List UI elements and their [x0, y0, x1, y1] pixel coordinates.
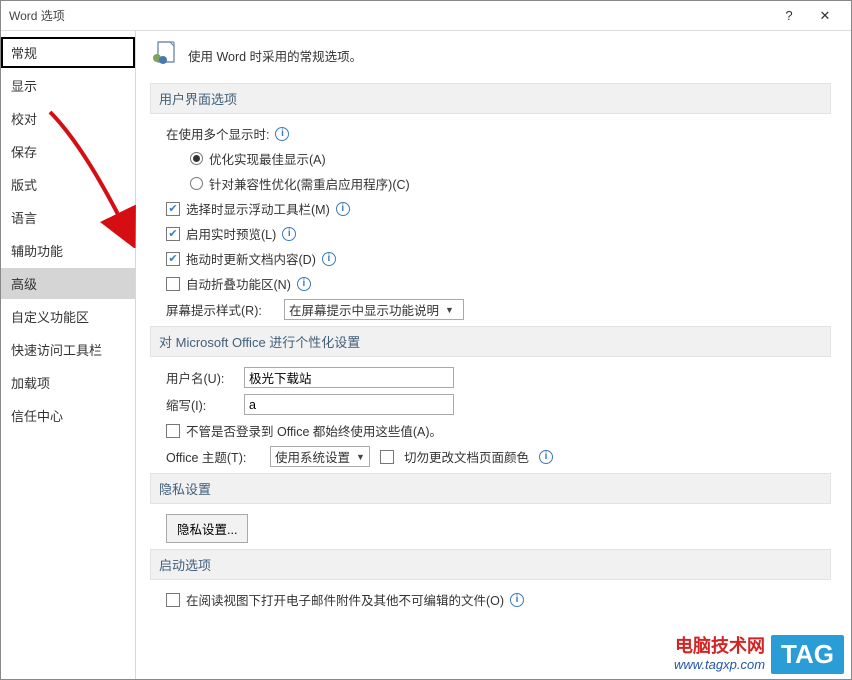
chk-float-row: 选择时显示浮动工具栏(M) i [166, 199, 831, 218]
help-button[interactable]: ? [771, 8, 807, 23]
sidebar-item-addins[interactable]: 加载项 [1, 367, 135, 398]
chevron-down-icon: ▼ [445, 305, 454, 315]
page-header-text: 使用 Word 时采用的常规选项。 [188, 46, 362, 65]
sidebar-item-display[interactable]: 显示 [1, 70, 135, 101]
chk-live-preview-label: 启用实时预览(L) [186, 224, 276, 243]
username-label: 用户名(U): [166, 368, 234, 387]
theme-label: Office 主题(T): [166, 447, 260, 466]
section-ui-title: 用户界面选项 [150, 83, 831, 114]
general-options-icon [150, 41, 178, 69]
theme-value: 使用系统设置 [275, 447, 350, 466]
section-personal-title: 对 Microsoft Office 进行个性化设置 [150, 326, 831, 357]
screentip-value: 在屏幕提示中显示功能说明 [289, 300, 439, 319]
sidebar-item-quick-access[interactable]: 快速访问工具栏 [1, 334, 135, 365]
chk-always-use-row: 不管是否登录到 Office 都始终使用这些值(A)。 [166, 421, 831, 440]
chk-float-label: 选择时显示浮动工具栏(M) [186, 199, 330, 218]
sidebar-item-accessibility[interactable]: 辅助功能 [1, 235, 135, 266]
titlebar: Word 选项 ? ✕ [1, 1, 851, 31]
multi-display-label-row: 在使用多个显示时: i [166, 124, 831, 143]
radio-compat-label: 针对兼容性优化(需重启应用程序)(C) [209, 174, 410, 193]
chk-drag-update-row: 拖动时更新文档内容(D) i [166, 249, 831, 268]
chk-always-use-label: 不管是否登录到 Office 都始终使用这些值(A)。 [186, 421, 442, 440]
info-icon[interactable]: i [539, 450, 553, 464]
initials-input[interactable] [244, 394, 454, 415]
chk-reading-view-row: 在阅读视图下打开电子邮件附件及其他不可编辑的文件(O) i [166, 590, 831, 609]
info-icon[interactable]: i [275, 127, 289, 141]
content-scroll[interactable]: 使用 Word 时采用的常规选项。 用户界面选项 在使用多个显示时: i 优化实… [150, 41, 837, 679]
theme-row: Office 主题(T): 使用系统设置 ▼ 切勿更改文档页面颜色 i [166, 446, 831, 467]
privacy-settings-button[interactable]: 隐私设置... [166, 514, 248, 543]
page-header: 使用 Word 时采用的常规选项。 [150, 41, 831, 69]
sidebar: 常规 显示 校对 保存 版式 语言 辅助功能 高级 自定义功能区 快速访问工具栏… [1, 31, 136, 679]
chk-collapse-row: 自动折叠功能区(N) i [166, 274, 831, 293]
chk-reading-view[interactable] [166, 593, 180, 607]
radio-compat[interactable] [190, 177, 203, 190]
sidebar-item-general[interactable]: 常规 [1, 37, 135, 68]
section-privacy-title: 隐私设置 [150, 473, 831, 504]
initials-label: 缩写(I): [166, 395, 234, 414]
privacy-btn-row: 隐私设置... [166, 514, 831, 543]
theme-dropdown[interactable]: 使用系统设置 ▼ [270, 446, 370, 467]
chk-collapse-label: 自动折叠功能区(N) [186, 274, 291, 293]
multi-display-label: 在使用多个显示时: [166, 124, 269, 143]
radio-compat-row: 针对兼容性优化(需重启应用程序)(C) [190, 174, 831, 193]
chk-live-preview-row: 启用实时预览(L) i [166, 224, 831, 243]
screentip-label: 屏幕提示样式(R): [166, 300, 274, 319]
chk-live-preview[interactable] [166, 227, 180, 241]
radio-optimize-label: 优化实现最佳显示(A) [209, 149, 326, 168]
sidebar-item-layout[interactable]: 版式 [1, 169, 135, 200]
info-icon[interactable]: i [282, 227, 296, 241]
section-startup-title: 启动选项 [150, 549, 831, 580]
radio-optimize[interactable] [190, 152, 203, 165]
screentip-row: 屏幕提示样式(R): 在屏幕提示中显示功能说明 ▼ [166, 299, 831, 320]
username-input[interactable] [244, 367, 454, 388]
chk-no-bg-change[interactable] [380, 450, 394, 464]
info-icon[interactable]: i [336, 202, 350, 216]
chk-float-toolbar[interactable] [166, 202, 180, 216]
screentip-dropdown[interactable]: 在屏幕提示中显示功能说明 ▼ [284, 299, 464, 320]
info-icon[interactable]: i [510, 593, 524, 607]
radio-optimize-row: 优化实现最佳显示(A) [190, 149, 831, 168]
username-row: 用户名(U): [166, 367, 831, 388]
window-title: Word 选项 [9, 7, 771, 24]
sidebar-item-save[interactable]: 保存 [1, 136, 135, 167]
options-dialog: Word 选项 ? ✕ 常规 显示 校对 保存 版式 语言 辅助功能 高级 自定… [0, 0, 852, 680]
chk-always-use[interactable] [166, 424, 180, 438]
dialog-body: 常规 显示 校对 保存 版式 语言 辅助功能 高级 自定义功能区 快速访问工具栏… [1, 31, 851, 679]
close-button[interactable]: ✕ [807, 8, 843, 24]
initials-row: 缩写(I): [166, 394, 831, 415]
chk-no-bg-label: 切勿更改文档页面颜色 [404, 447, 529, 466]
info-icon[interactable]: i [297, 277, 311, 291]
sidebar-item-trust-center[interactable]: 信任中心 [1, 400, 135, 431]
content-pane: 使用 Word 时采用的常规选项。 用户界面选项 在使用多个显示时: i 优化实… [136, 31, 851, 679]
chk-reading-view-label: 在阅读视图下打开电子邮件附件及其他不可编辑的文件(O) [186, 590, 504, 609]
chk-drag-update-label: 拖动时更新文档内容(D) [186, 249, 316, 268]
chevron-down-icon: ▼ [356, 452, 365, 462]
sidebar-item-customize-ribbon[interactable]: 自定义功能区 [1, 301, 135, 332]
sidebar-item-language[interactable]: 语言 [1, 202, 135, 233]
chk-collapse-ribbon[interactable] [166, 277, 180, 291]
sidebar-item-advanced[interactable]: 高级 [1, 268, 135, 299]
chk-drag-update[interactable] [166, 252, 180, 266]
info-icon[interactable]: i [322, 252, 336, 266]
sidebar-item-proofing[interactable]: 校对 [1, 103, 135, 134]
